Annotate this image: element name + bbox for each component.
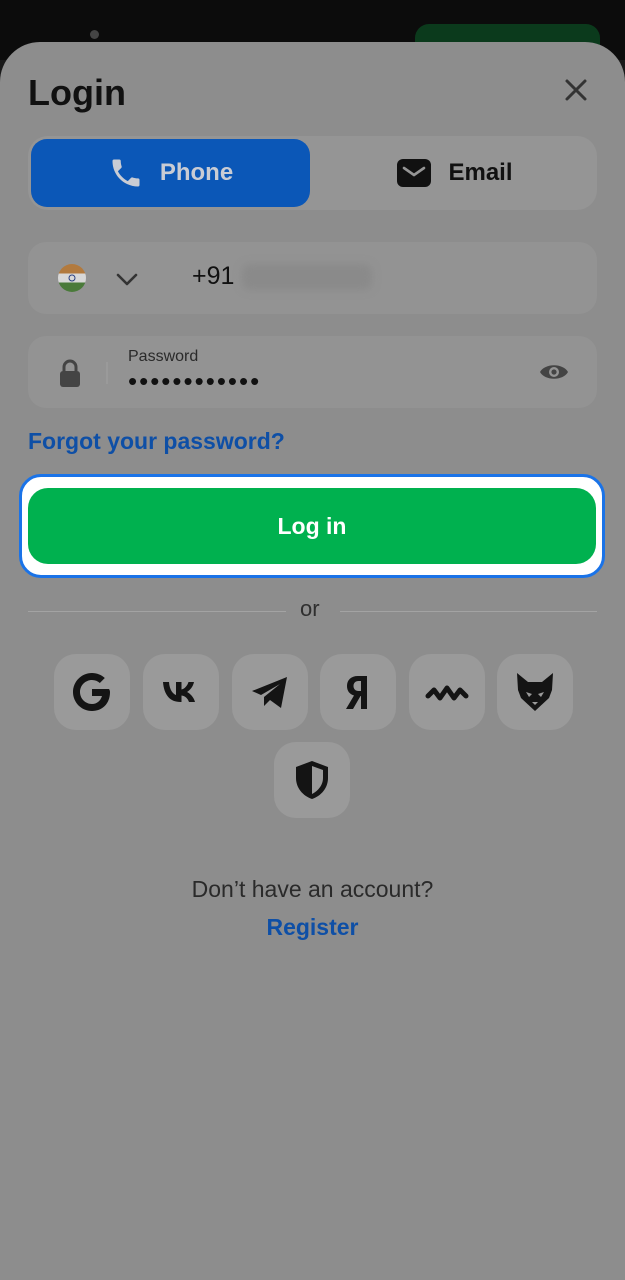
login-sheet: Login Phone Email +91 Password •••••••••…: [0, 42, 625, 1280]
or-line-left: [28, 611, 286, 612]
password-label: Password: [128, 348, 199, 365]
eye-icon[interactable]: [538, 358, 570, 386]
register-link[interactable]: Register: [0, 914, 625, 941]
india-flag-icon: [58, 264, 86, 292]
tab-email[interactable]: Email: [315, 139, 594, 207]
no-account-text: Don’t have an account?: [191, 876, 434, 902]
yandex-icon: [346, 676, 367, 709]
page-title: Login: [28, 72, 126, 113]
fox-login-button[interactable]: [497, 654, 573, 730]
walletconnect-login-button[interactable]: [409, 654, 485, 730]
password-field[interactable]: Password ••••••••••••: [28, 336, 597, 408]
tab-phone[interactable]: Phone: [31, 139, 310, 207]
or-label: or: [300, 596, 320, 621]
shield-icon: [296, 761, 328, 799]
camera-dot: [90, 30, 99, 39]
chevron-down-icon[interactable]: [114, 266, 140, 292]
or-divider: or: [28, 596, 597, 626]
google-icon: [73, 673, 110, 711]
phone-number-redacted: [242, 264, 372, 290]
country-code: +91: [192, 262, 235, 290]
fox-icon: [517, 673, 553, 711]
login-button-focus-ring: Log in: [19, 474, 605, 578]
login-button[interactable]: Log in: [28, 488, 596, 564]
vk-login-button[interactable]: [143, 654, 219, 730]
tab-email-label: Email: [448, 159, 513, 186]
telegram-login-button[interactable]: [232, 654, 308, 730]
vk-icon: [163, 682, 195, 702]
phone-icon: [108, 155, 144, 191]
close-icon[interactable]: [560, 74, 592, 106]
lock-icon: [60, 359, 80, 387]
forgot-password-link[interactable]: Forgot your password?: [28, 428, 285, 455]
password-value[interactable]: ••••••••••••: [128, 366, 261, 397]
or-line-right: [340, 611, 597, 612]
security-login-button[interactable]: [274, 742, 350, 818]
tab-phone-label: Phone: [159, 159, 234, 186]
phone-field[interactable]: +91: [28, 242, 597, 314]
telegram-icon: [252, 677, 287, 708]
mail-icon: [396, 155, 432, 191]
field-divider: [106, 362, 108, 384]
google-login-button[interactable]: [54, 654, 130, 730]
yandex-login-button[interactable]: [320, 654, 396, 730]
walletconnect-icon: [425, 685, 469, 701]
login-method-tabs: Phone Email: [28, 136, 597, 210]
